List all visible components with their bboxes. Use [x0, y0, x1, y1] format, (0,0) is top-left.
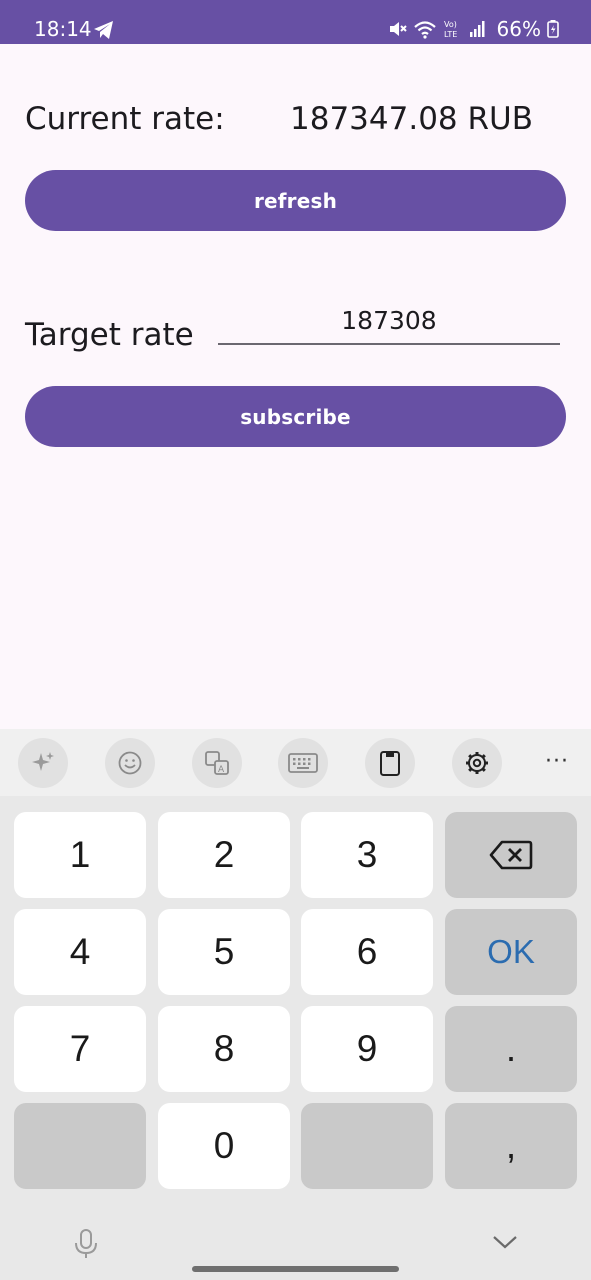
key-0[interactable]: 0	[158, 1103, 290, 1189]
status-time: 18:14	[34, 17, 92, 41]
status-icons: Vo) LTE 66%	[387, 16, 559, 42]
target-rate-input[interactable]: 187308	[218, 300, 560, 345]
key-2[interactable]: 2	[158, 812, 290, 898]
current-rate-value: 187347.08 RUB	[290, 101, 533, 137]
volte-icon: Vo) LTE	[444, 20, 457, 39]
blank-key-left	[14, 1103, 146, 1189]
svg-text:Vo): Vo)	[444, 20, 457, 29]
translate-icon[interactable]: A	[192, 738, 242, 788]
comma-key[interactable]: ,	[445, 1103, 577, 1189]
mute-icon	[389, 22, 407, 36]
svg-text:LTE: LTE	[444, 30, 457, 39]
target-rate-value: 187308	[341, 306, 437, 335]
home-indicator[interactable]	[192, 1266, 399, 1272]
key-9[interactable]: 9	[301, 1006, 433, 1092]
emoji-icon[interactable]	[105, 738, 155, 788]
current-rate-row: Current rate: 187347.08 RUB	[25, 100, 533, 140]
keyboard-icon[interactable]	[278, 738, 328, 788]
key-4[interactable]: 4	[14, 909, 146, 995]
chevron-down-icon[interactable]	[492, 1234, 518, 1250]
refresh-button[interactable]: refresh	[25, 170, 566, 231]
more-icon[interactable]: ···	[545, 749, 569, 774]
key-7[interactable]: 7	[14, 1006, 146, 1092]
settings-icon[interactable]	[452, 738, 502, 788]
backspace-key[interactable]	[445, 812, 577, 898]
key-6[interactable]: 6	[301, 909, 433, 995]
signal-icon	[469, 21, 485, 37]
backspace-icon	[489, 840, 533, 870]
dot-key[interactable]: .	[445, 1006, 577, 1092]
key-1[interactable]: 1	[14, 812, 146, 898]
subscribe-button[interactable]: subscribe	[25, 386, 566, 447]
current-rate-label: Current rate:	[25, 101, 225, 137]
blank-key-right	[301, 1103, 433, 1189]
wifi-icon	[413, 21, 436, 39]
key-3[interactable]: 3	[301, 812, 433, 898]
keyboard-toolbar: A ···	[0, 729, 591, 796]
key-8[interactable]: 8	[158, 1006, 290, 1092]
svg-text:A: A	[218, 765, 225, 775]
clipboard-icon[interactable]	[365, 738, 415, 788]
target-rate-label: Target rate	[25, 317, 194, 353]
numeric-keyboard: A ··· 1 2 3 4 5 6 OK 7 8 9 . 0 ,	[0, 729, 591, 1280]
ai-sparkle-icon[interactable]	[18, 738, 68, 788]
telegram-icon	[94, 21, 113, 39]
ok-key[interactable]: OK	[445, 909, 577, 995]
battery-icon	[547, 20, 559, 38]
status-bar: 18:14 Vo) LTE 66%	[0, 0, 591, 44]
microphone-icon[interactable]	[73, 1228, 99, 1260]
key-5[interactable]: 5	[158, 909, 290, 995]
battery-percent: 66%	[496, 17, 541, 41]
